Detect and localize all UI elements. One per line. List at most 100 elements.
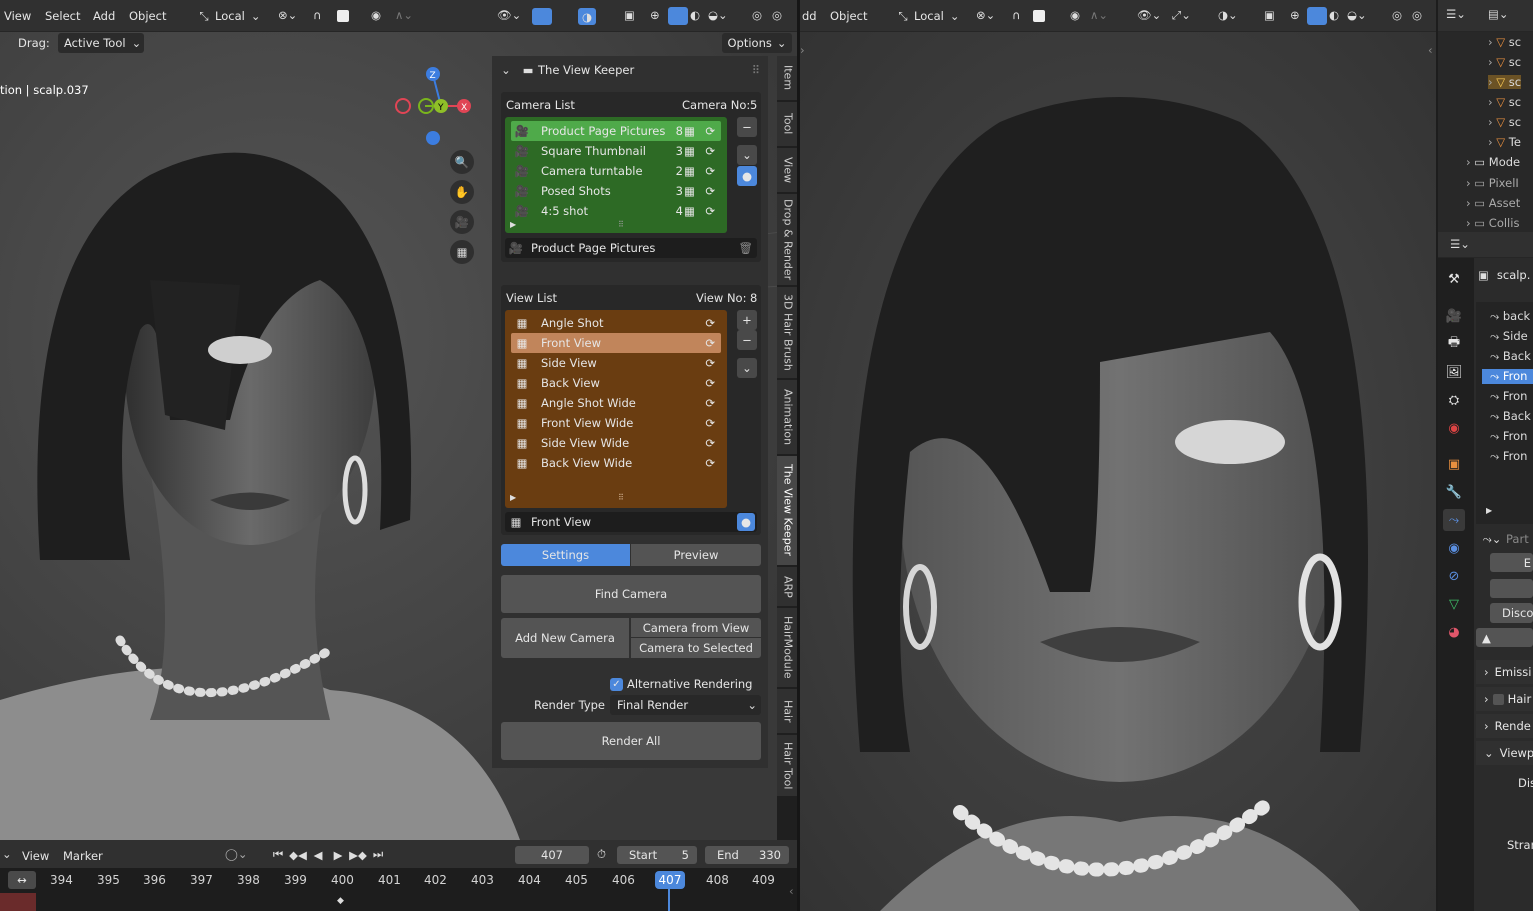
material-tab-icon[interactable]: ◕	[1443, 621, 1465, 643]
refresh-icon[interactable]: ⟳	[705, 336, 715, 350]
tab-item[interactable]: Item	[777, 56, 797, 101]
refresh-icon[interactable]: ⟳	[705, 456, 715, 470]
timeline-view-menu[interactable]: View	[22, 849, 49, 863]
expand-filter-icon[interactable]: ▶	[510, 493, 516, 502]
list-item[interactable]: 🎥 4:5 shot 4 ▦ ⟳	[511, 201, 721, 221]
panel-render[interactable]: › Rende	[1476, 714, 1533, 738]
trash-icon[interactable]: 🗑	[738, 241, 753, 255]
list-item[interactable]: ⤳ Back	[1490, 409, 1531, 424]
refresh-icon[interactable]: ⟳	[705, 164, 715, 178]
snap-target-swatch[interactable]	[1033, 10, 1045, 22]
xray-icon[interactable]: ▣	[1264, 8, 1275, 22]
blank-field[interactable]	[1490, 579, 1533, 598]
refresh-icon[interactable]: ⟳	[705, 396, 715, 410]
rendered-shading-icon[interactable]: ◒⌄	[1347, 8, 1367, 22]
list-item[interactable]: ▦ Back View Wide ⟳	[511, 453, 721, 473]
panel-header[interactable]: ⌄ ▬ The View Keeper ⠿	[492, 56, 768, 84]
list-item[interactable]: ⤳ Back	[1490, 349, 1531, 364]
falloff-icon[interactable]: ∧⌄	[1090, 8, 1108, 22]
outliner-row[interactable]: › ▭ Asset	[1466, 196, 1520, 210]
overlay-a-icon[interactable]: ◎	[1392, 8, 1402, 22]
list-item[interactable]: 🎥 Square Thumbnail 3 ▦ ⟳	[511, 141, 721, 161]
particle-settings-field[interactable]: ⤳⌄ Part	[1478, 529, 1533, 549]
list-item[interactable]: 🎥 Posed Shots 3 ▦ ⟳	[511, 181, 721, 201]
playhead-line[interactable]	[668, 888, 670, 911]
snap-icon[interactable]: ∩	[1012, 8, 1020, 22]
camera-list[interactable]: 🎥 Product Page Pictures 8 ▦ ⟳ 🎥 Square T…	[505, 117, 727, 233]
options-dropdown[interactable]: Options ⌄	[722, 33, 792, 53]
snap-target-swatch[interactable]	[337, 10, 349, 22]
outliner-row[interactable]: › ▽ sc	[1488, 115, 1521, 129]
right-viewport[interactable]	[800, 32, 1436, 911]
list-item[interactable]: ▦ Front View Wide ⟳	[511, 413, 721, 433]
list-item[interactable]: ▦ Angle Shot Wide ⟳	[511, 393, 721, 413]
next-keyframe-icon[interactable]: ▶◆	[349, 847, 367, 862]
alt-rendering-checkbox[interactable]: ✓	[610, 677, 623, 691]
pan-hand-icon[interactable]: ✋	[450, 180, 474, 204]
find-camera-button[interactable]: Find Camera	[501, 575, 761, 613]
sidebar-toggle-icon[interactable]: ‹	[1428, 43, 1433, 57]
modifier-tab-icon[interactable]: 🔧	[1443, 481, 1465, 503]
list-item[interactable]: 🎥 Product Page Pictures 8 ▦ ⟳	[511, 121, 721, 141]
list-item[interactable]: ▦ Side View Wide ⟳	[511, 433, 721, 453]
proportional-edit-icon[interactable]: ◉	[371, 8, 381, 22]
refresh-icon[interactable]: ⟳	[705, 436, 715, 450]
jump-start-icon[interactable]: ⏮	[270, 847, 286, 862]
editor-type-icon[interactable]: ☰⌄	[1450, 237, 1470, 251]
tab-3d-hair-brush[interactable]: 3D Hair Brush	[777, 287, 797, 379]
view-layer-tab-icon[interactable]: 🖼	[1443, 361, 1465, 383]
list-item[interactable]: ⤳ Fron	[1490, 449, 1527, 464]
particles-tab-icon[interactable]: ⤳	[1443, 509, 1465, 531]
physics-tab-icon[interactable]: ◉	[1443, 537, 1465, 559]
panel-viewport-display[interactable]: ⌄Viewpo	[1476, 741, 1533, 765]
render-type-dropdown[interactable]: Final Render ⌄	[610, 695, 761, 715]
solid-shading-icon[interactable]	[668, 7, 688, 25]
list-item[interactable]: ⤳ Fron	[1490, 429, 1527, 444]
current-frame-field[interactable]: 407	[515, 846, 589, 864]
tool-tab-icon[interactable]: ⚒	[1443, 268, 1465, 290]
list-item[interactable]: 🎥 Camera turntable 2 ▦ ⟳	[511, 161, 721, 181]
xray-icon[interactable]: ▣	[624, 8, 635, 22]
overlay-b-icon[interactable]: ◎	[1412, 8, 1422, 22]
outliner-row[interactable]: › ▭ Mode	[1466, 155, 1520, 169]
expand-button[interactable]: ▲	[1476, 628, 1533, 647]
overlay-b-icon[interactable]: ◎	[772, 8, 782, 22]
refresh-icon[interactable]: ⟳	[705, 376, 715, 390]
particle-system-list[interactable]: ⤳ back ⤳ Side ⤳ Back ⤳ Fron ⤳ Fron ⤳ Bac…	[1476, 302, 1533, 524]
list-item[interactable]: ▦ Front View ⟳	[511, 333, 721, 353]
falloff-icon[interactable]: ∧⌄	[395, 8, 413, 22]
camera-view-icon[interactable]: 🎥	[450, 210, 474, 234]
tab-hairmodule[interactable]: HairModule	[777, 608, 797, 688]
add-view-button[interactable]: +	[737, 310, 757, 330]
tab-hair-tool[interactable]: Hair Tool	[777, 735, 797, 797]
material-shading-icon[interactable]: ◐	[1329, 8, 1339, 22]
wireframe-shading-icon[interactable]: ⊕	[1290, 8, 1300, 22]
refresh-icon[interactable]: ⟳	[705, 184, 715, 198]
zoom-icon[interactable]: 🔍	[450, 150, 474, 174]
refresh-icon[interactable]: ⟳	[705, 204, 715, 218]
outliner-row[interactable]: › ▭ PixelI	[1466, 176, 1519, 190]
object-tab-icon[interactable]: ▣	[1443, 453, 1465, 475]
overlay-toggle-icon[interactable]: ◑	[578, 8, 596, 25]
keying-icon[interactable]: ◯⌄	[225, 847, 248, 861]
end-frame-field[interactable]: End 330	[705, 846, 789, 864]
sidebar-toggle-icon[interactable]: ›	[800, 43, 805, 57]
timeline-marker-menu[interactable]: Marker	[63, 849, 103, 863]
menu-view[interactable]: View	[4, 9, 31, 23]
navigation-gizmo[interactable]: Z X Y	[395, 63, 485, 153]
list-item[interactable]: ⤳ back	[1490, 309, 1530, 324]
outliner-row[interactable]: › ▽ sc	[1488, 35, 1521, 49]
chevron-down-icon[interactable]: ⌄	[2, 847, 12, 861]
solid-shading-icon[interactable]	[1307, 7, 1327, 25]
menu-add[interactable]: dd	[802, 9, 817, 23]
add-new-camera-button[interactable]: Add New Camera	[501, 618, 629, 658]
outliner-row[interactable]: › ▭ Collis	[1466, 216, 1519, 230]
active-view-field[interactable]: ▦ Front View ●	[505, 512, 757, 532]
overlay-a-icon[interactable]: ◎	[752, 8, 762, 22]
menu-add[interactable]: Add	[93, 9, 115, 23]
editor-type-icon[interactable]: ☰⌄	[1446, 7, 1466, 21]
list-item[interactable]: ⤳ Fron	[1490, 389, 1527, 404]
keyframe-diamond[interactable]: ◆	[337, 896, 344, 906]
output-tab-icon[interactable]: 🖶	[1443, 333, 1465, 355]
play-reverse-icon[interactable]: ◀	[310, 847, 326, 862]
